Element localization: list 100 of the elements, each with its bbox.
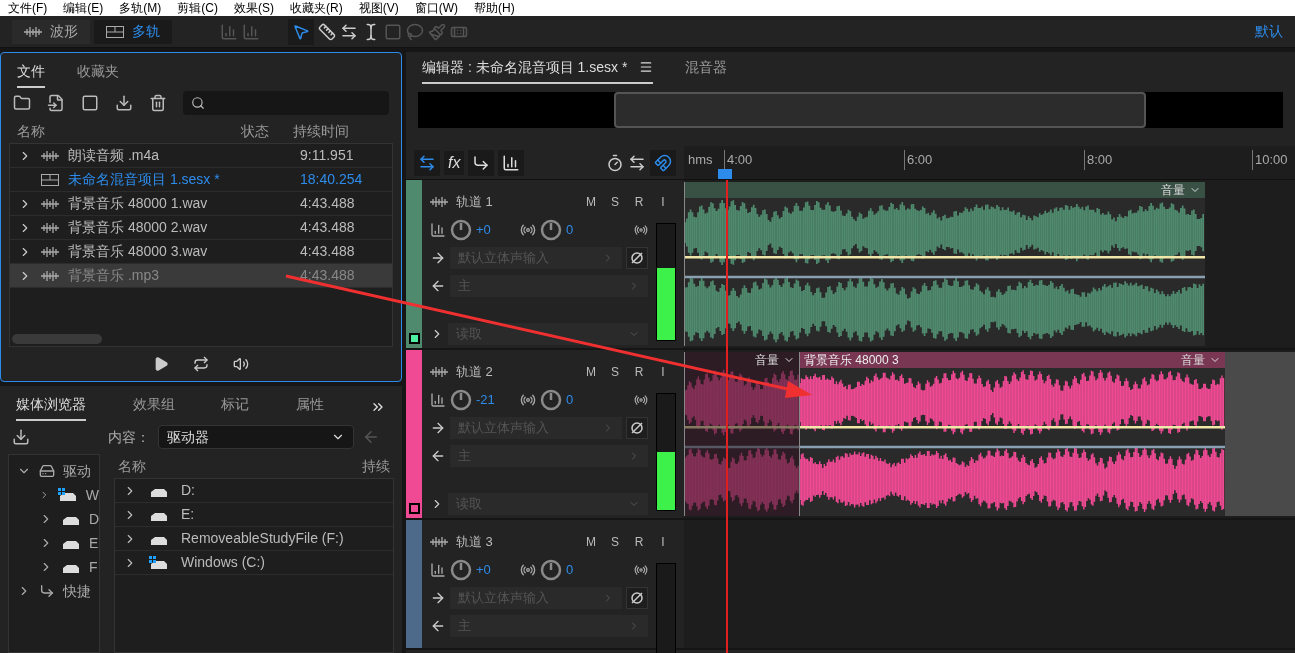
track-toggle[interactable]: S	[610, 192, 620, 211]
phase-button[interactable]	[626, 246, 648, 269]
view-tab[interactable]: 波形	[12, 19, 90, 44]
phase-button[interactable]	[626, 416, 648, 439]
file-row[interactable]: 未命名混音项目 1.sesx * 18:40.254	[10, 168, 392, 192]
time-ruler[interactable]: hms 4:00 6:00 8:00 10:00	[684, 146, 1295, 179]
drive-row[interactable]: RemoveableStudyFile (F:)	[115, 527, 393, 551]
file-row[interactable]: 背景音乐 48000 2.wav 4:43.488	[10, 216, 392, 240]
knob[interactable]	[450, 218, 472, 241]
track-toggle[interactable]: M	[586, 362, 596, 381]
track-toggle[interactable]: I	[658, 192, 668, 211]
stretch-icon[interactable]	[628, 153, 646, 172]
tree-item[interactable]: F	[9, 555, 99, 579]
menu-item[interactable]: 剪辑(C)	[177, 0, 218, 16]
drive-row[interactable]: Windows (C:)	[115, 551, 393, 575]
column-header[interactable]: 状态	[241, 120, 293, 142]
menu-item[interactable]: 编辑(E)	[63, 0, 104, 16]
delete-icon[interactable]	[149, 94, 167, 112]
panel-menu-icon[interactable]	[639, 60, 654, 74]
panel-tab[interactable]: 文件	[17, 60, 45, 88]
phase-button[interactable]	[626, 586, 648, 609]
track-name[interactable]: 轨道 3	[456, 532, 493, 552]
column-header[interactable]: 持续时间	[293, 120, 385, 142]
tree-item[interactable]: W	[9, 483, 99, 507]
track-toggle[interactable]: I	[658, 362, 668, 381]
pan-value[interactable]: 0	[566, 219, 630, 240]
scrollbar-thumb[interactable]	[12, 334, 102, 344]
drive-row[interactable]: D:	[115, 479, 393, 503]
volume-value[interactable]: +0	[476, 219, 516, 240]
monitor-icon[interactable]	[634, 562, 648, 577]
tree-item[interactable]: 驱动	[9, 459, 99, 483]
menu-item[interactable]: 视图(V)	[358, 0, 399, 16]
volume-value[interactable]: +0	[476, 559, 516, 580]
inputs-outputs-button[interactable]	[414, 149, 440, 176]
track-toggle[interactable]: M	[586, 192, 596, 211]
knob[interactable]	[540, 218, 562, 241]
editor-tab[interactable]: 编辑器 : 未命名混音项目 1.sesx *	[422, 56, 654, 84]
content-dropdown[interactable]: 驱动器	[158, 425, 354, 449]
knob[interactable]	[450, 558, 472, 581]
column-header[interactable]: 名称	[118, 455, 146, 477]
track-select-box[interactable]	[408, 333, 420, 344]
move-tool-button[interactable]	[288, 18, 314, 45]
file-row[interactable]: 背景音乐 48000 1.wav 4:43.488	[10, 192, 392, 216]
track-toggle[interactable]: R	[634, 532, 644, 551]
monitor-icon[interactable]	[634, 392, 648, 407]
pan-value[interactable]: 0	[566, 559, 630, 580]
track-name[interactable]: 轨道 1	[456, 192, 493, 212]
menu-item[interactable]: 收藏夹(R)	[290, 0, 343, 16]
track-toggle[interactable]: I	[658, 532, 668, 551]
playhead-handle[interactable]	[718, 169, 732, 179]
track-toggle[interactable]: R	[634, 192, 644, 211]
track-select-box[interactable]	[408, 503, 420, 514]
snap-button[interactable]	[650, 149, 676, 176]
track-name[interactable]: 轨道 2	[456, 362, 493, 382]
panel-tab[interactable]: 媒体浏览器	[16, 393, 86, 421]
panel-tab[interactable]: 收藏夹	[77, 60, 119, 88]
search-field[interactable]	[183, 91, 389, 115]
knob[interactable]	[540, 558, 562, 581]
panel-tab[interactable]: 效果组	[132, 393, 175, 421]
import-icon[interactable]	[47, 94, 65, 112]
menu-item[interactable]: 多轨(M)	[119, 0, 162, 16]
view-tab[interactable]: 多轨	[94, 19, 172, 44]
tree-item[interactable]: D	[9, 507, 99, 531]
open-folder-icon[interactable]	[13, 94, 31, 112]
track-toggle[interactable]: M	[586, 532, 596, 551]
track-toggle[interactable]: R	[634, 362, 644, 381]
metronome-icon[interactable]	[606, 153, 624, 172]
eq-button[interactable]	[498, 149, 525, 176]
menu-item[interactable]: 效果(S)	[234, 0, 274, 16]
tree-item[interactable]: 快捷	[9, 579, 99, 603]
effects-button[interactable]: fx	[444, 150, 465, 175]
menu-item[interactable]: 帮助(H)	[474, 0, 515, 16]
overview-bar[interactable]	[418, 92, 1283, 128]
volume-value[interactable]: -21	[476, 389, 516, 410]
monitor-icon[interactable]	[634, 222, 648, 237]
editor-tab[interactable]: 混音器	[685, 56, 728, 84]
sends-button[interactable]	[468, 149, 495, 176]
loop-icon[interactable]	[193, 356, 209, 372]
track-toggle[interactable]: S	[610, 362, 620, 381]
panel-tab[interactable]: 属性	[295, 393, 324, 421]
insert-icon[interactable]	[115, 94, 133, 112]
track-toggle[interactable]: S	[610, 532, 620, 551]
tree-item[interactable]: E	[9, 531, 99, 555]
knob[interactable]	[540, 388, 562, 411]
slip-icon[interactable]	[340, 22, 358, 41]
column-header[interactable]: 名称	[17, 120, 241, 142]
drive-row[interactable]: E:	[115, 503, 393, 527]
audio-clip[interactable]: 背景音乐 48000 3 音量	[799, 352, 1225, 516]
panel-tab[interactable]: 标记	[221, 393, 249, 421]
menu-item[interactable]: 文件(F)	[8, 0, 48, 16]
import-icon[interactable]	[12, 428, 30, 446]
auto-play-icon[interactable]	[233, 356, 249, 372]
workspace-label[interactable]: 默认	[1255, 21, 1283, 42]
knob[interactable]	[450, 388, 472, 411]
file-row[interactable]: 朗读音频 .m4a 9:11.951	[10, 144, 392, 168]
column-header[interactable]: 持续	[362, 455, 390, 477]
play-icon[interactable]	[153, 356, 169, 372]
pan-value[interactable]: 0	[566, 389, 630, 410]
audio-clip[interactable]: 音量	[684, 352, 799, 516]
audio-clip[interactable]: 音量	[684, 182, 1205, 346]
